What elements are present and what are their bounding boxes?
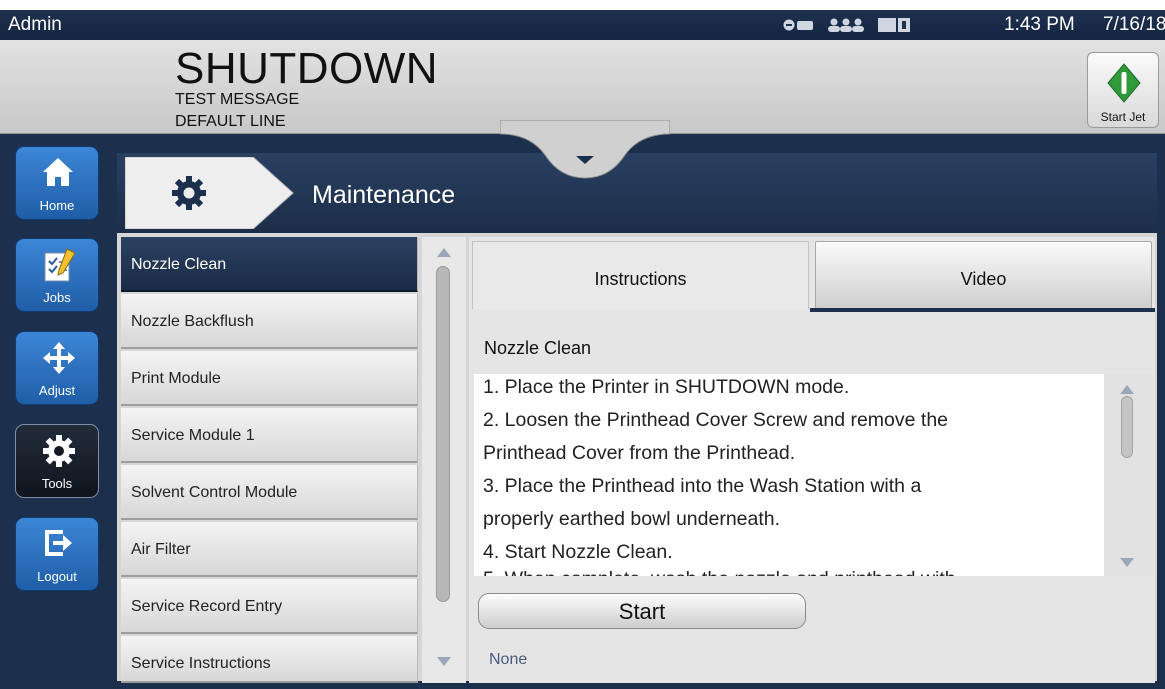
gear-icon <box>43 435 75 467</box>
instruction-line: Printhead Cover from the Printhead. <box>483 442 796 464</box>
instruction-line: 5. When complete, wash the nozzle and pr… <box>483 568 956 576</box>
list-item-label: Nozzle Backflush <box>131 313 254 330</box>
operation-status: None <box>489 651 528 668</box>
instructions-scroll-thumb[interactable] <box>1121 396 1133 458</box>
start-jet-icon <box>1107 63 1141 103</box>
start-button-label: Start <box>618 599 666 624</box>
breadcrumb-chevron <box>125 157 294 229</box>
scroll-up-icon[interactable] <box>437 248 451 257</box>
list-item-label: Service Module 1 <box>131 427 255 444</box>
list-item-label: Nozzle Clean <box>131 256 227 273</box>
users-icon <box>828 18 864 32</box>
nav-adjust-button[interactable]: Adjust <box>15 331 99 405</box>
list-scroll-thumb[interactable] <box>436 266 450 602</box>
scroll-up-icon[interactable] <box>1120 385 1134 394</box>
instruction-line: 2. Loosen the Printhead Cover Screw and … <box>483 409 949 431</box>
start-jet-button[interactable]: Start Jet <box>1087 52 1159 128</box>
clock-time: 1:43 PM <box>1004 14 1075 35</box>
instruction-line: 4. Start Nozzle Clean. <box>483 541 673 563</box>
nav-tools-label: Tools <box>41 476 73 491</box>
tab-label: Instructions <box>594 269 687 289</box>
network-icon <box>783 19 813 31</box>
list-item-solvent-control-module[interactable]: Solvent Control Module <box>121 465 418 520</box>
list-item-service-module-1[interactable]: Service Module 1 <box>121 408 418 463</box>
nav-home-label: Home <box>39 198 75 213</box>
nav-logout-label: Logout <box>37 569 77 584</box>
list-item-label: Print Module <box>131 370 221 387</box>
list-item-print-module[interactable]: Print Module <box>121 351 418 406</box>
status-pulldown-tab[interactable] <box>500 120 670 180</box>
start-button[interactable]: Start <box>478 593 806 629</box>
instruction-line: 3. Place the Printhead into the Wash Sta… <box>483 475 922 497</box>
adjust-icon <box>43 342 75 374</box>
instruction-line: 1. Place the Printer in SHUTDOWN mode. <box>483 376 850 398</box>
nav-logout-button[interactable]: Logout <box>15 517 99 591</box>
nav-tools-button[interactable]: Tools <box>15 424 99 498</box>
status-bar: Admin 1:43 PM 7/16/18 <box>0 10 1165 40</box>
current-message: TEST MESSAGE <box>175 91 300 108</box>
list-item-service-instructions[interactable]: Service Instructions <box>121 636 418 683</box>
section-title: Nozzle Clean <box>484 338 592 358</box>
start-jet-label: Start Jet <box>1100 110 1146 124</box>
tab-divider <box>810 308 1155 312</box>
home-icon <box>43 158 73 186</box>
nav-jobs-button[interactable]: Jobs <box>15 238 99 312</box>
page-title: Maintenance <box>312 181 456 209</box>
list-item-nozzle-clean[interactable]: Nozzle Clean <box>121 237 418 292</box>
nav-jobs-label: Jobs <box>43 290 71 305</box>
nav-adjust-label: Adjust <box>38 383 76 398</box>
scroll-down-icon[interactable] <box>1120 558 1134 567</box>
current-line: DEFAULT LINE <box>175 113 286 130</box>
current-user: Admin <box>8 14 62 35</box>
jobs-icon <box>44 248 76 282</box>
scroll-down-icon[interactable] <box>437 657 451 666</box>
tab-label: Video <box>960 269 1007 289</box>
instruction-line: properly earthed bowl underneath. <box>483 508 781 530</box>
tab-video[interactable]: Video <box>815 241 1152 309</box>
clock-date: 7/16/18 <box>1103 14 1165 35</box>
list-item-service-record-entry[interactable]: Service Record Entry <box>121 579 418 634</box>
list-item-nozzle-backflush[interactable]: Nozzle Backflush <box>121 294 418 349</box>
tab-instructions[interactable]: Instructions <box>472 241 809 309</box>
list-item-label: Solvent Control Module <box>131 484 298 501</box>
list-item-air-filter[interactable]: Air Filter <box>121 522 418 577</box>
gear-icon <box>172 176 206 210</box>
cartridge-icon <box>878 18 910 32</box>
printer-state: SHUTDOWN <box>175 44 439 93</box>
list-item-label: Service Record Entry <box>131 598 283 615</box>
nav-home-button[interactable]: Home <box>15 146 99 220</box>
list-item-label: Service Instructions <box>131 655 271 672</box>
list-item-label: Air Filter <box>131 541 191 558</box>
logout-icon <box>45 530 72 556</box>
instructions-text-box[interactable]: 1. Place the Printer in SHUTDOWN mode. 2… <box>474 374 1104 576</box>
